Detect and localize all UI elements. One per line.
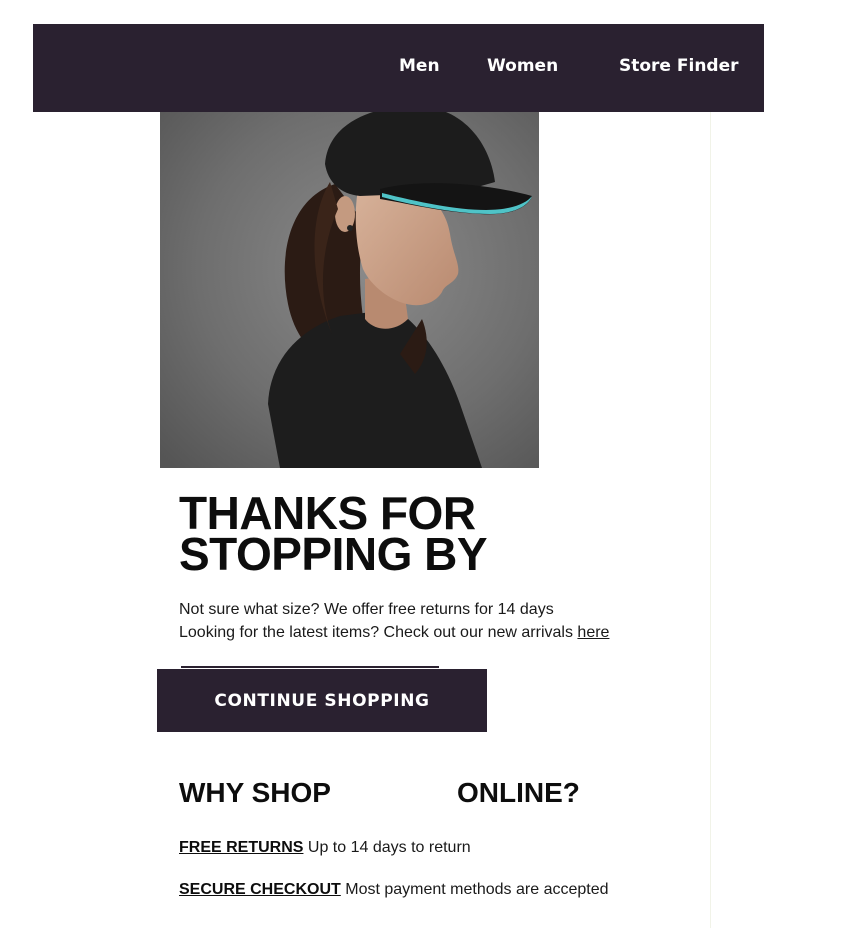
body-line-1: Not sure what size? We offer free return… xyxy=(179,601,554,618)
benefit-secure-checkout: SECURE CHECKOUT Most payment methods are… xyxy=(179,880,609,900)
benefit-title: FREE RETURNS xyxy=(179,839,304,856)
right-divider-line xyxy=(710,108,711,928)
nav-link-store-finder[interactable]: Store Finder xyxy=(619,55,739,77)
nav-link-women[interactable]: Women xyxy=(487,55,558,77)
cta-accent-line xyxy=(181,666,439,668)
why-shop-heading: WHY SHOP xyxy=(179,777,331,808)
hero-image xyxy=(160,104,539,468)
new-arrivals-here-link[interactable]: here xyxy=(577,624,609,641)
top-navigation-bar: Men Women Store Finder xyxy=(33,24,764,112)
continue-shopping-button[interactable]: CONTINUE SHOPPING xyxy=(157,669,487,732)
body-line-2-text: Looking for the latest items? Check out … xyxy=(179,624,573,641)
benefit-free-returns: FREE RETURNS Up to 14 days to return xyxy=(179,838,471,858)
benefit-text: Up to 14 days to return xyxy=(307,839,471,856)
online-heading: ONLINE? xyxy=(457,777,580,808)
headline-line-2: STOPPING BY xyxy=(179,528,488,580)
body-copy: Not sure what size? We offer free return… xyxy=(179,598,609,644)
page-headline: THANKS FOR STOPPING BY xyxy=(179,490,599,580)
body-line-2: Looking for the latest items? Check out … xyxy=(179,621,609,644)
benefit-title: SECURE CHECKOUT xyxy=(179,881,341,898)
nav-link-men[interactable]: Men xyxy=(399,55,440,77)
benefit-text: Most payment methods are accepted xyxy=(345,881,609,898)
